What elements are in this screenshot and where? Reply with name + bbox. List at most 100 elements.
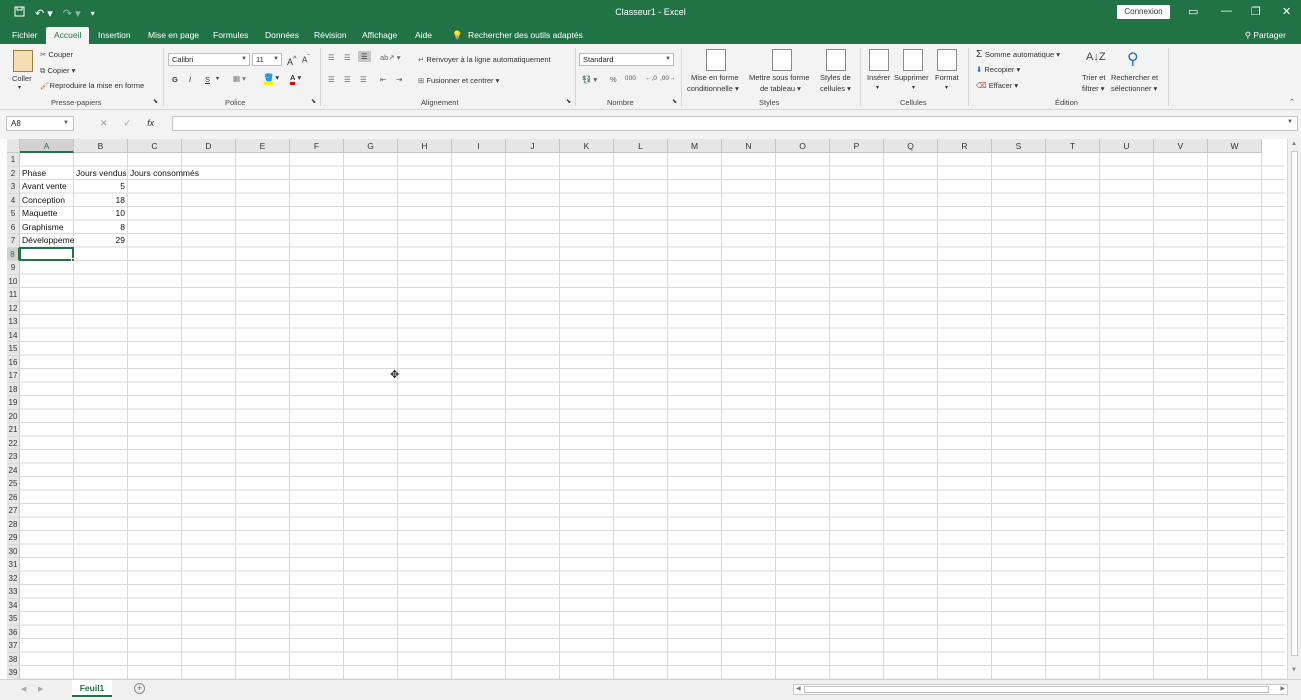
column-header-u[interactable]: U: [1100, 139, 1154, 153]
active-cell-selection[interactable]: [19, 246, 75, 262]
row-header-10[interactable]: 10: [7, 274, 20, 288]
row-header-7[interactable]: 7: [7, 234, 20, 248]
tab-formules[interactable]: Formules: [213, 27, 248, 44]
font-name-select[interactable]: Calibri ▼: [168, 53, 250, 66]
column-header-m[interactable]: M: [668, 139, 722, 153]
column-header-n[interactable]: N: [722, 139, 776, 153]
insert-dropdown-icon[interactable]: ▾: [876, 84, 879, 91]
cell-b7[interactable]: 29: [76, 234, 127, 248]
decrease-indent-icon[interactable]: ⇤: [380, 75, 386, 84]
tab-aide[interactable]: Aide: [415, 27, 432, 44]
grow-font-icon[interactable]: A^: [287, 54, 297, 67]
column-header-i[interactable]: I: [452, 139, 506, 153]
sort-filter-button[interactable]: Trier et: [1082, 73, 1105, 82]
borders-icon[interactable]: ▦ ▾: [233, 74, 246, 83]
scroll-down-icon[interactable]: ▼: [1291, 667, 1297, 673]
minimize-icon[interactable]: —: [1221, 5, 1232, 17]
row-header-4[interactable]: 4: [7, 193, 20, 207]
row-header-17[interactable]: 17: [7, 369, 20, 383]
row-header-6[interactable]: 6: [7, 220, 20, 234]
cut-button[interactable]: ✂ Couper: [40, 50, 73, 59]
percent-icon[interactable]: %: [610, 75, 617, 84]
cell-c2[interactable]: Jours consommés: [130, 167, 238, 181]
scroll-left-icon[interactable]: ◀: [796, 685, 801, 692]
enter-icon[interactable]: ✓: [124, 118, 132, 129]
fill-color-icon[interactable]: 🪣 ▾: [264, 73, 279, 85]
copy-button[interactable]: ⧉ Copier ▾: [40, 66, 75, 76]
currency-icon[interactable]: 💱 ▾: [582, 75, 597, 84]
number-format-select[interactable]: Standard ▼: [579, 53, 674, 66]
conditional-format-button[interactable]: Mise en forme: [691, 73, 739, 82]
format-cells-icon[interactable]: [937, 49, 957, 71]
scroll-thumb[interactable]: [1291, 151, 1298, 656]
row-header-18[interactable]: 18: [7, 382, 20, 396]
column-header-b[interactable]: B: [74, 139, 128, 153]
share-button[interactable]: ⚲ Partager: [1245, 27, 1286, 44]
cell-a2[interactable]: Phase: [22, 167, 74, 181]
column-header-d[interactable]: D: [182, 139, 236, 153]
decrease-decimal-icon[interactable]: ,00→: [660, 75, 676, 82]
align-right-icon[interactable]: ☰: [360, 75, 367, 84]
cell-a6[interactable]: Graphisme: [22, 221, 74, 235]
formula-input[interactable]: ▼: [172, 116, 1298, 131]
underline-dropdown-icon[interactable]: ▾: [216, 75, 219, 82]
row-header-9[interactable]: 9: [7, 261, 20, 275]
column-header-l[interactable]: L: [614, 139, 668, 153]
format-as-table-icon[interactable]: [772, 49, 792, 71]
format-dropdown-icon[interactable]: ▾: [945, 84, 948, 91]
format-cells-button[interactable]: Format: [935, 73, 959, 82]
column-header-t[interactable]: T: [1046, 139, 1100, 153]
row-header-13[interactable]: 13: [7, 315, 20, 329]
search-icon[interactable]: ⚲: [1127, 49, 1139, 69]
column-header-p[interactable]: P: [830, 139, 884, 153]
horizontal-scrollbar[interactable]: ◀ ▶: [793, 684, 1288, 695]
row-header-34[interactable]: 34: [7, 598, 20, 612]
delete-cells-icon[interactable]: [903, 49, 923, 71]
collapse-ribbon-icon[interactable]: ⌃: [1289, 98, 1295, 106]
row-header-23[interactable]: 23: [7, 450, 20, 464]
column-header-f[interactable]: F: [290, 139, 344, 153]
row-header-33[interactable]: 33: [7, 585, 20, 599]
cell-b3[interactable]: 5: [76, 180, 127, 194]
column-header-e[interactable]: E: [236, 139, 290, 153]
cancel-icon[interactable]: ✕: [100, 118, 108, 129]
column-header-k[interactable]: K: [560, 139, 614, 153]
font-launcher-icon[interactable]: ⬊: [311, 98, 316, 105]
increase-indent-icon[interactable]: ⇥: [396, 75, 402, 84]
wrap-text-button[interactable]: ↵ Renvoyer à la ligne automatiquement: [418, 55, 551, 64]
row-header-1[interactable]: 1: [7, 153, 20, 167]
align-top-icon[interactable]: ☰: [328, 53, 335, 62]
align-middle-icon[interactable]: ☰: [344, 53, 351, 62]
merge-center-button[interactable]: ⊞ Fusionner et centrer ▾: [418, 76, 499, 85]
row-header-28[interactable]: 28: [7, 517, 20, 531]
row-header-16[interactable]: 16: [7, 355, 20, 369]
row-header-24[interactable]: 24: [7, 463, 20, 477]
name-box[interactable]: A8 ▼: [6, 116, 74, 131]
cell-b2[interactable]: Jours vendus: [76, 167, 128, 181]
orientation-icon[interactable]: ab↗ ▾: [380, 53, 400, 62]
tab-accueil[interactable]: Accueil: [46, 27, 90, 44]
row-header-31[interactable]: 31: [7, 558, 20, 572]
row-header-3[interactable]: 3: [7, 180, 20, 194]
column-header-h[interactable]: H: [398, 139, 452, 153]
paste-icon[interactable]: [13, 50, 33, 72]
row-header-27[interactable]: 27: [7, 504, 20, 518]
search-tools-field[interactable]: Rechercher des outils adaptés: [468, 27, 583, 44]
italic-button[interactable]: I: [189, 75, 191, 84]
row-header-38[interactable]: 38: [7, 652, 20, 666]
tab-mise-en-page[interactable]: Mise en page: [148, 27, 199, 44]
row-header-12[interactable]: 12: [7, 301, 20, 315]
cell-styles-button[interactable]: Styles de: [820, 73, 851, 82]
conditional-format-icon[interactable]: [706, 49, 726, 71]
row-header-36[interactable]: 36: [7, 625, 20, 639]
row-header-39[interactable]: 39: [7, 666, 20, 679]
column-header-c[interactable]: C: [128, 139, 182, 153]
add-sheet-icon[interactable]: +: [134, 683, 145, 694]
increase-decimal-icon[interactable]: ←,0: [645, 75, 657, 82]
tab-fichier[interactable]: Fichier: [12, 27, 38, 44]
row-header-29[interactable]: 29: [7, 531, 20, 545]
row-header-37[interactable]: 37: [7, 639, 20, 653]
ribbon-display-icon[interactable]: ▭: [1188, 5, 1198, 18]
row-header-2[interactable]: 2: [7, 166, 20, 180]
paste-button[interactable]: Coller: [12, 74, 32, 83]
